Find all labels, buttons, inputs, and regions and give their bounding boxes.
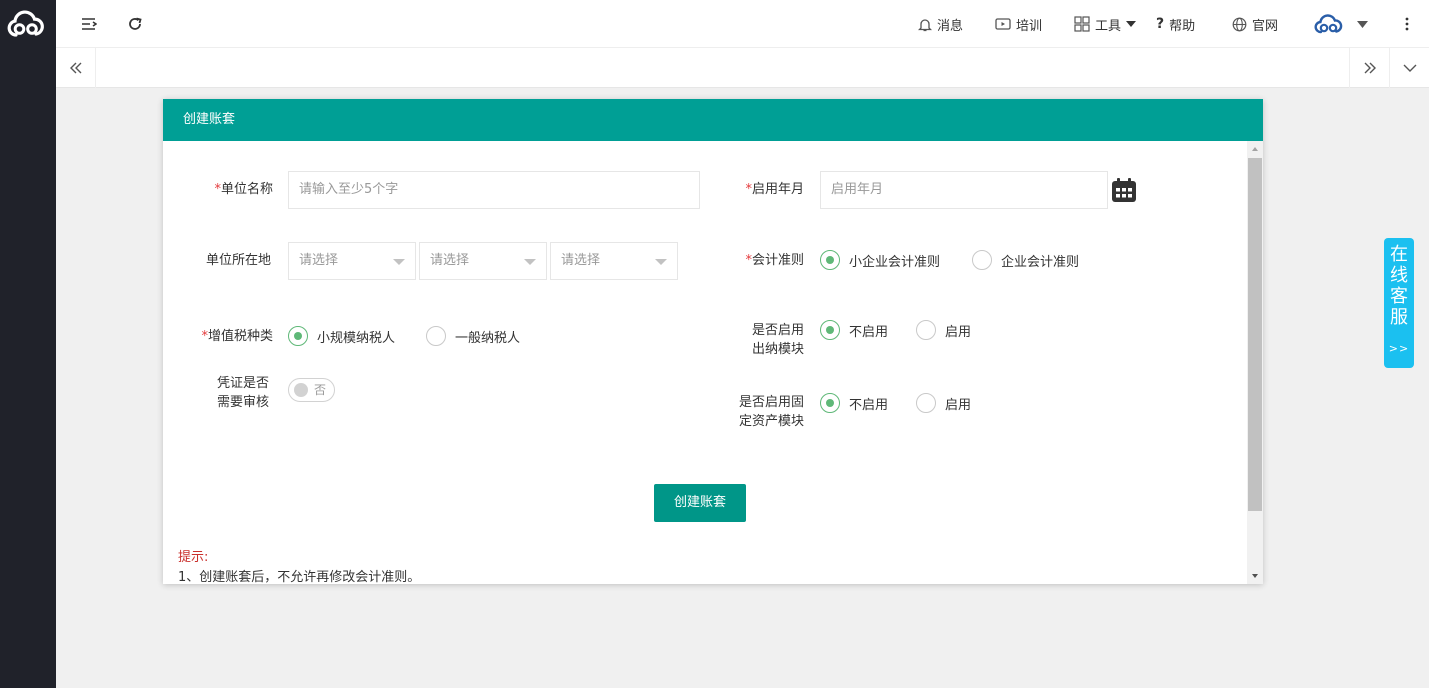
radio-small-enterprise-standard[interactable]: 小企业会计准则 <box>820 250 940 270</box>
create-account-set-button[interactable]: 创建账套 <box>654 484 746 522</box>
question-icon: ? <box>1156 16 1165 32</box>
radio-cashier-enabled[interactable]: 启用 <box>916 320 971 340</box>
menu-toggle-icon[interactable] <box>78 13 100 35</box>
tab-bar <box>56 48 1429 88</box>
help-label: 帮助 <box>1169 18 1196 34</box>
start-month-label: *启用年月 <box>745 182 804 197</box>
cloud-logo-icon[interactable] <box>6 6 46 40</box>
top-header: 消息 培训 工具 ? 帮助 官网 <box>56 0 1429 48</box>
accounting-standard-label: *会计准则 <box>745 253 804 268</box>
location-label: 单位所在地 <box>205 253 271 268</box>
scrollbar-thumb[interactable] <box>1248 158 1262 511</box>
caret-down-icon <box>1126 21 1137 27</box>
more-options-icon[interactable] <box>1396 13 1418 35</box>
online-service-label: 在线客服 <box>1390 244 1408 328</box>
voucher-audit-label: 凭证是否需要审核 <box>216 376 269 410</box>
radio-small-scale-taxpayer[interactable]: 小规模纳税人 <box>288 326 395 346</box>
online-service-button[interactable]: 在线客服 >> <box>1384 238 1414 368</box>
vat-type-label: *增值税种类 <box>201 329 273 344</box>
training-label: 培训 <box>1016 18 1043 34</box>
dialog-body: *单位名称 请输入至少5个字 *启用年月 启用年月 单位所在地 请选择 请选择 … <box>163 141 1263 584</box>
caret-down-icon <box>1357 20 1368 28</box>
tabs-dropdown-icon[interactable] <box>1389 48 1429 88</box>
messages-label: 消息 <box>937 18 964 34</box>
district-select[interactable]: 请选择 <box>550 242 678 280</box>
radio-fixed-asset-enabled[interactable]: 启用 <box>916 393 971 413</box>
grid-icon <box>1074 16 1090 32</box>
refresh-icon[interactable] <box>124 13 146 35</box>
scroll-down-arrow-icon[interactable] <box>1247 568 1263 584</box>
fixed-asset-module-label: 是否启用固定资产模块 <box>738 395 804 429</box>
left-sidebar <box>0 0 56 688</box>
unit-name-label: *单位名称 <box>214 182 273 197</box>
unit-name-input[interactable]: 请输入至少5个字 <box>288 171 700 209</box>
start-month-input[interactable]: 启用年月 <box>820 171 1108 209</box>
calendar-icon[interactable] <box>1111 177 1137 203</box>
radio-enterprise-standard[interactable]: 企业会计准则 <box>972 250 1079 270</box>
city-select[interactable]: 请选择 <box>419 242 547 280</box>
globe-icon <box>1232 17 1247 31</box>
bell-icon <box>918 18 932 31</box>
tools-label: 工具 <box>1095 18 1122 34</box>
radio-cashier-disabled[interactable]: 不启用 <box>820 320 888 340</box>
province-select[interactable]: 请选择 <box>288 242 416 280</box>
caret-down-icon <box>655 259 667 265</box>
tabs-scroll-left-icon[interactable] <box>56 48 96 88</box>
dialog-title: 创建账套 <box>163 99 1263 141</box>
radio-fixed-asset-disabled[interactable]: 不启用 <box>820 393 888 413</box>
tips-item: 1、创建账套后，不允许再修改会计准则。 <box>178 570 421 584</box>
user-menu[interactable] <box>1314 11 1368 37</box>
website-label: 官网 <box>1252 18 1279 34</box>
video-icon <box>995 18 1011 30</box>
caret-down-icon <box>524 259 536 265</box>
help-link[interactable]: ? 帮助 <box>1156 14 1195 34</box>
radio-general-taxpayer[interactable]: 一般纳税人 <box>426 326 520 346</box>
cloud-avatar-icon <box>1314 14 1343 34</box>
create-account-set-dialog: 创建账套 *单位名称 请输入至少5个字 *启用年月 启用年月 单位所在地 请选择… <box>163 99 1263 584</box>
messages-link[interactable]: 消息 <box>918 14 963 34</box>
voucher-audit-switch[interactable]: 否 <box>288 378 335 402</box>
cashier-module-label: 是否启用出纳模块 <box>751 323 804 357</box>
tools-menu[interactable]: 工具 <box>1074 14 1137 34</box>
training-link[interactable]: 培训 <box>995 14 1042 34</box>
tabs-scroll-right-icon[interactable] <box>1349 48 1389 88</box>
website-link[interactable]: 官网 <box>1232 14 1278 34</box>
caret-down-icon <box>393 259 405 265</box>
tips-title: 提示: <box>178 550 209 565</box>
scroll-up-arrow-icon[interactable] <box>1247 141 1263 157</box>
dialog-scrollbar[interactable] <box>1247 141 1263 584</box>
expand-arrows-icon: >> <box>1388 342 1410 355</box>
